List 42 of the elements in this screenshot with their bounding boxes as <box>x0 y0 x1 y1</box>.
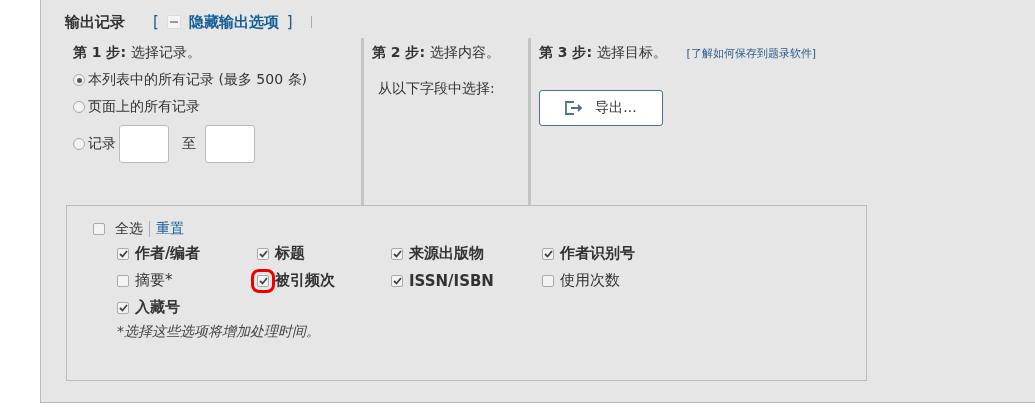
input-field[interactable] <box>119 125 169 163</box>
export-button[interactable]: 导出... <box>539 90 663 126</box>
collapse-icon[interactable] <box>166 15 181 29</box>
checkbox[interactable] <box>391 247 403 260</box>
step-heading: 第 1 步: 选择记录。 <box>73 44 202 62</box>
step-heading: 第 3 步: 选择目标。 <box>539 44 667 62</box>
radio-button[interactable] <box>73 138 85 150</box>
section-title: 输出记录 <box>65 12 125 32</box>
radio-label: 页面上的所有记录 <box>88 98 200 116</box>
radio-label: 本列表中的所有记录 (最多 500 条) <box>88 71 307 89</box>
checkbox[interactable] <box>542 274 554 287</box>
radio-button[interactable] <box>73 74 85 86</box>
reset-link[interactable]: 重置 <box>156 220 184 238</box>
checkbox[interactable] <box>542 247 554 260</box>
note-text: *选择这些选项将增加处理时间。 <box>117 323 321 341</box>
checkbox[interactable] <box>257 247 269 260</box>
help-link[interactable]: [了解如何保存到题录软件] <box>686 45 817 61</box>
export-icon <box>565 101 584 115</box>
checkbox[interactable] <box>117 301 129 314</box>
field-label: 入藏号 <box>135 298 180 317</box>
field-label: 摘要* <box>135 271 173 290</box>
radio-button[interactable] <box>73 101 85 113</box>
select-all-label: 全选 <box>115 220 143 238</box>
bracket: ] <box>286 13 293 31</box>
bracket: [ <box>153 13 159 31</box>
range-label: 至 <box>182 135 196 153</box>
field-label: 来源出版物 <box>409 244 484 263</box>
radio-label: 记录 <box>88 135 116 153</box>
field-label: 使用次数 <box>560 271 620 290</box>
field-label: 作者/编者 <box>135 244 201 263</box>
checkbox[interactable] <box>391 274 403 287</box>
step-heading: 第 2 步: 选择内容。 <box>372 44 501 62</box>
input-field[interactable] <box>205 125 255 163</box>
checkbox[interactable] <box>117 247 129 260</box>
field-label: 标题 <box>275 244 305 263</box>
field-label: 被引频次 <box>275 271 335 290</box>
field-label: 作者识别号 <box>560 244 635 263</box>
field-label: ISSN/ISBN <box>409 271 494 290</box>
checkbox[interactable] <box>117 274 129 287</box>
checkbox[interactable] <box>93 223 105 235</box>
hide-options-link[interactable]: 隐藏输出选项 <box>188 12 279 32</box>
hint-text: 从以下字段中选择: <box>378 80 496 98</box>
